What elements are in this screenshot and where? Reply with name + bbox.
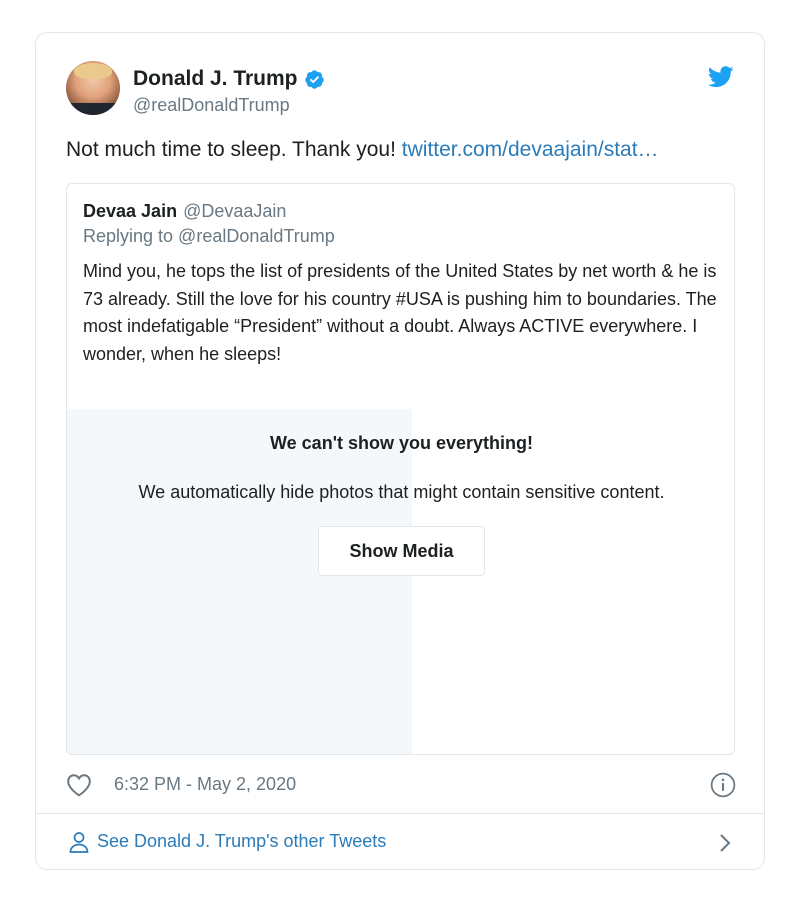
person-icon <box>69 832 89 853</box>
info-icon[interactable] <box>710 772 736 798</box>
like-heart-icon[interactable] <box>66 773 92 797</box>
author-avatar[interactable] <box>66 61 120 115</box>
quoted-tweet[interactable]: Devaa Jain @DevaaJain Replying to @realDo… <box>66 183 735 755</box>
see-other-tweets-label[interactable]: See Donald J. Trump's other Tweets <box>97 831 386 852</box>
tweet-footer: 6:32 PM - May 2, 2020 <box>66 771 736 801</box>
footer-divider <box>36 813 764 814</box>
quoted-tweet-link[interactable]: twitter.com/devaajain/stat… <box>402 138 659 161</box>
replying-to: Replying to @realDonaldTrump <box>83 226 335 246</box>
sensitive-media-title: We can't show you everything! <box>270 433 533 453</box>
sensitive-media-description: We automatically hide photos that might … <box>138 482 665 502</box>
twitter-bird-icon[interactable] <box>708 66 734 88</box>
tweet-timestamp[interactable]: 6:32 PM - May 2, 2020 <box>114 774 296 795</box>
tweet-body: Not much time to sleep. Thank you! <box>66 138 402 161</box>
verified-badge-icon <box>304 69 324 89</box>
quoted-author-handle: @DevaaJain <box>183 201 287 221</box>
author-name-row[interactable]: Donald J. Trump <box>133 67 325 91</box>
quoted-author: Devaa Jain @DevaaJain <box>83 201 286 222</box>
chevron-right-icon[interactable] <box>718 833 732 853</box>
tweet-card: Donald J. Trump @realDonaldTrump Not muc… <box>35 32 765 870</box>
tweet-text: Not much time to sleep. Thank you! twitt… <box>66 138 659 162</box>
quoted-author-name: Devaa Jain <box>83 201 178 221</box>
sensitive-media-placeholder <box>67 409 412 754</box>
show-media-button[interactable]: Show Media <box>318 526 485 576</box>
author-block: Donald J. Trump @realDonaldTrump <box>133 67 325 116</box>
quoted-tweet-text: Mind you, he tops the list of presidents… <box>83 261 717 364</box>
author-name[interactable]: Donald J. Trump <box>133 67 298 91</box>
see-other-tweets-link[interactable]: See Donald J. Trump's other Tweets <box>66 829 736 857</box>
author-handle[interactable]: @realDonaldTrump <box>133 95 325 116</box>
